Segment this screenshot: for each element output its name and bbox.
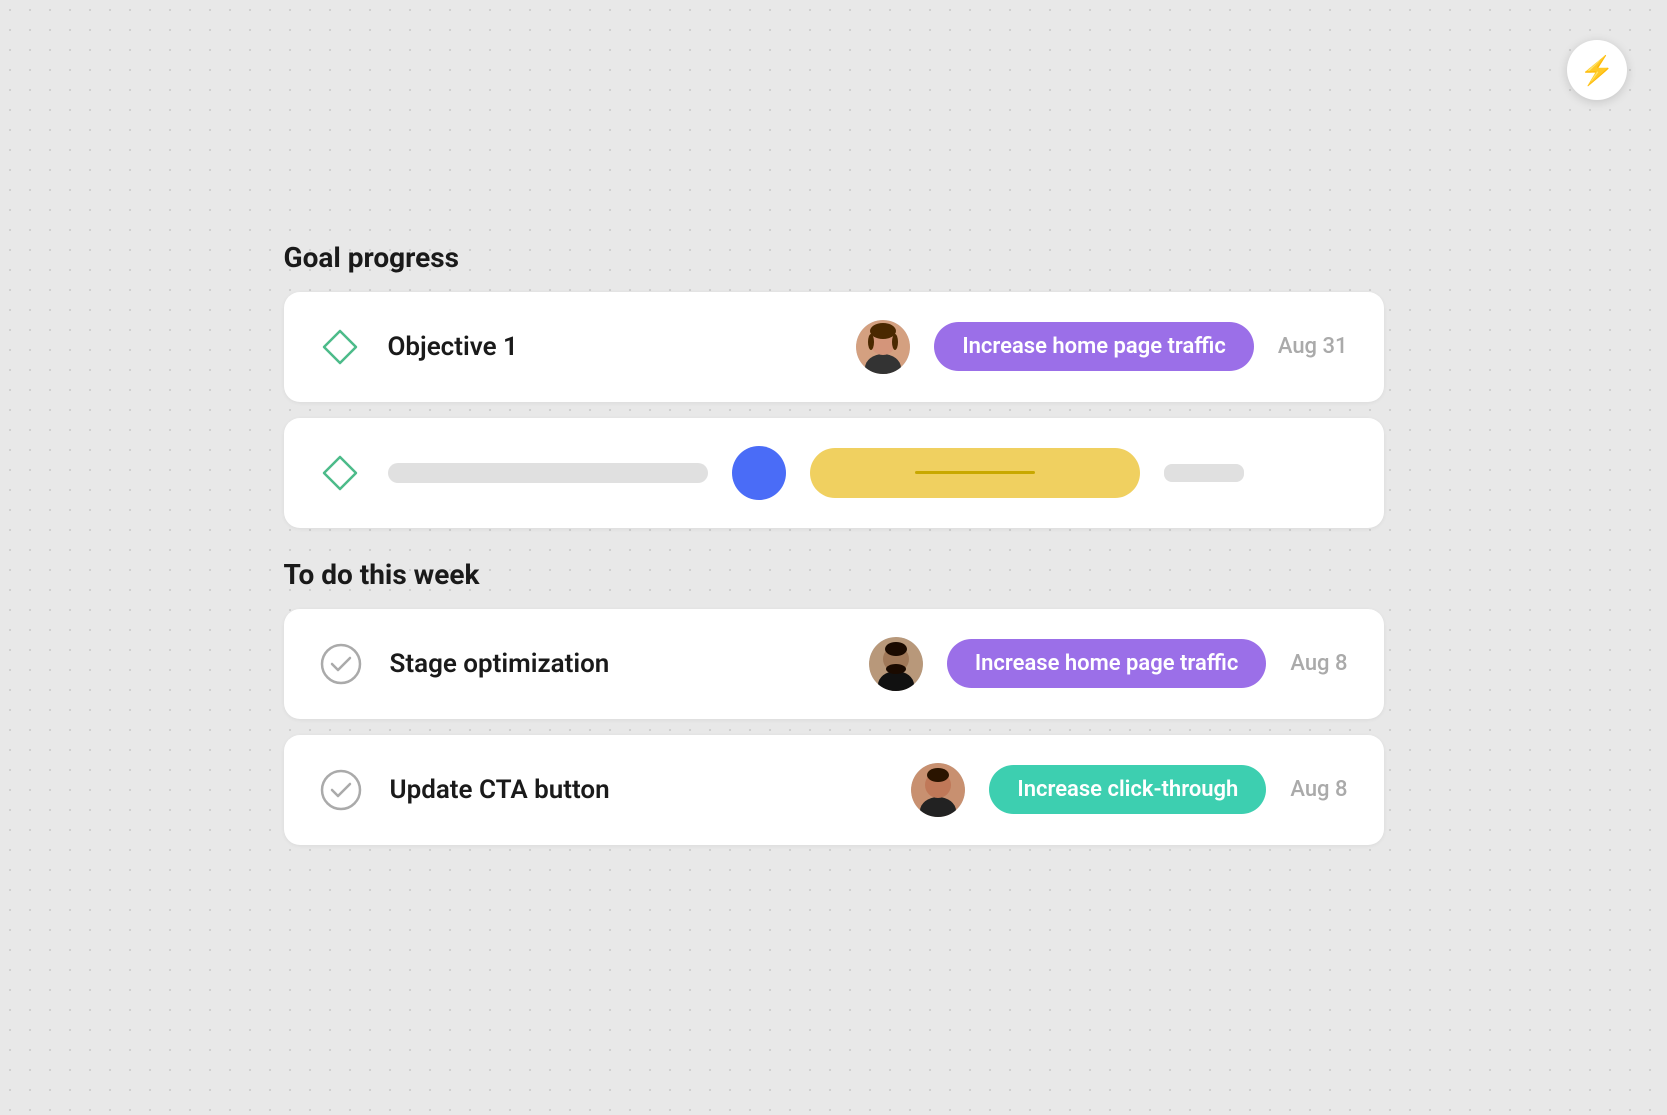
todo-title: To do this week xyxy=(284,558,1384,591)
task-2-date: Aug 8 xyxy=(1290,777,1347,802)
objective-2-skeleton-date xyxy=(1164,464,1244,482)
task-1-card[interactable]: Stage optimization Increase home page tr… xyxy=(284,609,1384,719)
diamond-icon xyxy=(320,327,360,367)
objective-1-tag[interactable]: Increase home page traffic xyxy=(934,322,1254,371)
skeleton-tag-line xyxy=(915,471,1035,474)
objective-2-skeleton-text xyxy=(388,463,708,483)
task-1-date: Aug 8 xyxy=(1290,651,1347,676)
task-1-tag[interactable]: Increase home page traffic xyxy=(947,639,1267,688)
objective-2-card[interactable] xyxy=(284,418,1384,528)
task-1-title: Stage optimization xyxy=(390,649,857,679)
task-2-card[interactable]: Update CTA button Increase click-through… xyxy=(284,735,1384,845)
checkmark-icon-1 xyxy=(320,643,362,685)
objective-1-card[interactable]: Objective 1 Increase home p xyxy=(284,292,1384,402)
task-2-tag[interactable]: Increase click-through xyxy=(989,765,1266,814)
avatar-woman xyxy=(856,320,910,374)
objective-1-title: Objective 1 xyxy=(388,332,845,362)
task-2-title: Update CTA button xyxy=(390,775,900,805)
checkmark-icon-2 xyxy=(320,769,362,811)
flash-button[interactable]: ⚡ xyxy=(1567,40,1627,100)
goal-progress-section: Goal progress Objective 1 xyxy=(284,241,1384,528)
avatar-man2 xyxy=(911,763,965,817)
lightning-icon: ⚡ xyxy=(1580,54,1615,87)
page-container: Goal progress Objective 1 xyxy=(284,241,1384,875)
diamond-icon-2 xyxy=(320,453,360,493)
goal-progress-title: Goal progress xyxy=(284,241,1384,274)
todo-section: To do this week Stage optimization xyxy=(284,558,1384,845)
avatar-man1 xyxy=(869,637,923,691)
objective-1-date: Aug 31 xyxy=(1278,334,1348,359)
avatar-blue-circle xyxy=(732,446,786,500)
objective-2-skeleton-tag xyxy=(810,448,1140,498)
